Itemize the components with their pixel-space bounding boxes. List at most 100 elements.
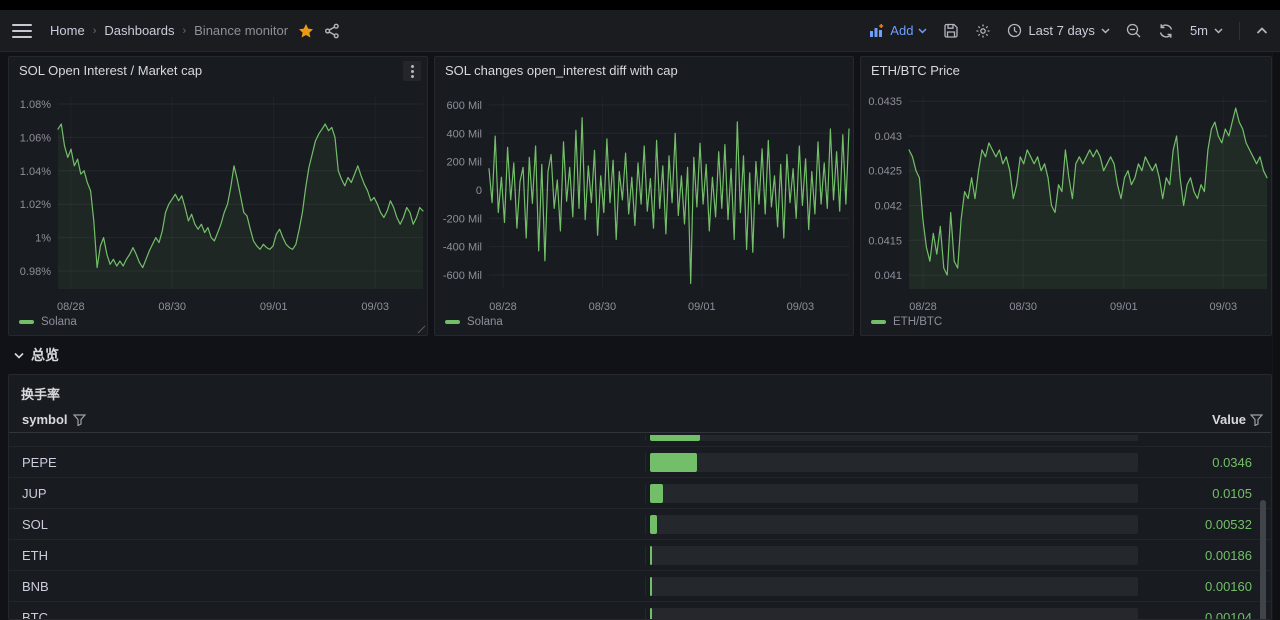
- svg-text:400 Mil: 400 Mil: [447, 128, 482, 140]
- favorite-star-icon[interactable]: [298, 23, 314, 39]
- svg-text:0.042: 0.042: [874, 201, 902, 213]
- series-label[interactable]: Solana: [467, 316, 503, 328]
- chevron-right-icon: ›: [93, 25, 97, 37]
- chevron-down-icon: [1101, 28, 1110, 34]
- column-header-value[interactable]: Value: [1212, 412, 1271, 427]
- row-section-overview[interactable]: 总览: [8, 336, 1272, 374]
- bar-gauge-fill: [650, 484, 663, 503]
- table-row[interactable]: BNB 0.00160: [9, 571, 1271, 602]
- time-range-picker[interactable]: Last 7 days: [1007, 23, 1110, 38]
- bar-gauge-fill: [650, 546, 652, 565]
- bar-gauge-fill: [650, 515, 657, 534]
- value-cell: 0.0346: [1142, 455, 1271, 470]
- chart-legend: Solana: [19, 316, 77, 328]
- svg-text:09/03: 09/03: [361, 301, 389, 313]
- panel-title[interactable]: SOL Open Interest / Market cap: [19, 63, 202, 78]
- grafana-app: Home › Dashboards › Binance monitor: [0, 10, 1280, 620]
- symbol-cell: JUP: [9, 486, 645, 501]
- chart-legend: Solana: [445, 316, 503, 328]
- svg-text:08/30: 08/30: [1009, 301, 1037, 313]
- table-row[interactable]: BTC 0.00104: [9, 602, 1271, 619]
- svg-text:08/30: 08/30: [158, 301, 186, 313]
- svg-text:08/28: 08/28: [909, 301, 937, 313]
- sol-oi-diff-chart[interactable]: -600 Mil-400 Mil-200 Mil0200 Mil400 Mil6…: [435, 57, 855, 337]
- svg-text:09/01: 09/01: [1110, 301, 1138, 313]
- bar-gauge-track: [650, 453, 1138, 472]
- table-scrollbar-thumb[interactable]: [1260, 500, 1266, 619]
- table-row[interactable]: ETH 0.00186: [9, 540, 1271, 571]
- table-panel-title[interactable]: 换手率: [9, 375, 1271, 407]
- bar-gauge-fill: [650, 435, 700, 441]
- ethbtc-price-chart[interactable]: 0.0410.04150.0420.04250.0430.043508/2808…: [861, 57, 1273, 337]
- filter-funnel-icon[interactable]: [1250, 414, 1263, 426]
- bar-gauge-fill: [650, 453, 697, 472]
- refresh-icon[interactable]: [1158, 23, 1174, 39]
- breadcrumb-home[interactable]: Home: [50, 23, 85, 38]
- value-cell: ·····: [1142, 435, 1271, 439]
- svg-text:600 Mil: 600 Mil: [447, 100, 482, 112]
- bar-gauge-track: [650, 608, 1138, 620]
- bar-cell: [645, 435, 1142, 441]
- series-label[interactable]: Solana: [41, 316, 77, 328]
- bar-gauge-fill: [650, 608, 652, 620]
- svg-text:0.98%: 0.98%: [20, 266, 51, 278]
- bar-cell: [645, 546, 1142, 565]
- series-color-swatch: [871, 320, 886, 324]
- save-dashboard-icon[interactable]: [943, 23, 959, 39]
- table-row[interactable]: JUP 0.0105: [9, 478, 1271, 509]
- series-color-swatch: [445, 320, 460, 324]
- value-cell: 0.00160: [1142, 579, 1271, 594]
- svg-text:1%: 1%: [35, 233, 51, 245]
- page-scrollbar[interactable]: [1272, 52, 1280, 620]
- breadcrumb-dashboards[interactable]: Dashboards: [104, 23, 174, 38]
- svg-text:0.0425: 0.0425: [868, 166, 902, 178]
- column-header-symbol[interactable]: symbol: [9, 412, 645, 427]
- bar-cell: [645, 453, 1142, 472]
- panel-title[interactable]: SOL changes open_interest diff with cap: [445, 63, 678, 78]
- svg-text:0.0435: 0.0435: [868, 96, 902, 108]
- symbol-cell: PEPE: [9, 455, 645, 470]
- bar-cell: [645, 608, 1142, 620]
- sol-open-interest-chart[interactable]: 0.98%1%1.02%1.04%1.06%1.08%08/2808/3009/…: [9, 57, 429, 337]
- menu-icon[interactable]: [12, 24, 32, 38]
- settings-gear-icon[interactable]: [975, 23, 991, 39]
- bar-gauge-fill: [650, 577, 652, 596]
- panel-ethbtc-price: ETH/BTC Price 0.0410.04150.0420.04250.04…: [860, 56, 1272, 336]
- refresh-interval-picker[interactable]: 5m: [1190, 23, 1223, 38]
- chart-legend: ETH/BTC: [871, 316, 942, 328]
- panel-resize-handle[interactable]: [417, 325, 425, 333]
- table-row-clipped-top[interactable]: ·····: [9, 435, 1271, 447]
- bar-cell: [645, 577, 1142, 596]
- value-cell: 0.0105: [1142, 486, 1271, 501]
- table-row[interactable]: PEPE 0.0346: [9, 447, 1271, 478]
- svg-text:0.041: 0.041: [874, 270, 902, 282]
- add-panel-icon: [869, 24, 885, 38]
- panel-turnover-table: 换手率 symbol Value ····· PEPE: [8, 374, 1272, 620]
- value-cell: 0.00186: [1142, 548, 1271, 563]
- symbol-cell: BNB: [9, 579, 645, 594]
- svg-text:1.06%: 1.06%: [20, 132, 51, 144]
- zoom-out-time-icon[interactable]: [1126, 23, 1142, 39]
- clock-icon: [1007, 23, 1022, 38]
- bar-gauge-track: [650, 435, 1138, 441]
- series-label[interactable]: ETH/BTC: [893, 316, 942, 328]
- share-icon[interactable]: [324, 23, 340, 39]
- add-button[interactable]: Add: [869, 23, 927, 38]
- table-header: symbol Value: [9, 407, 1271, 433]
- bar-gauge-track: [650, 546, 1138, 565]
- svg-text:0.043: 0.043: [874, 131, 902, 143]
- svg-text:09/01: 09/01: [260, 301, 288, 313]
- filter-funnel-icon[interactable]: [73, 414, 86, 426]
- panel-menu-icon[interactable]: [403, 61, 421, 81]
- collapse-topbar-icon[interactable]: [1256, 27, 1268, 35]
- panel-title[interactable]: ETH/BTC Price: [871, 63, 960, 78]
- breadcrumb: Home › Dashboards › Binance monitor: [50, 23, 288, 38]
- chevron-down-icon: [918, 28, 927, 34]
- symbol-cell: BTC: [9, 610, 645, 620]
- table-row[interactable]: SOL 0.00532: [9, 509, 1271, 540]
- svg-text:0: 0: [476, 185, 482, 197]
- breadcrumb-current-dashboard[interactable]: Binance monitor: [194, 23, 288, 38]
- svg-text:-600 Mil: -600 Mil: [443, 270, 482, 282]
- svg-text:200 Mil: 200 Mil: [447, 157, 482, 169]
- svg-text:1.02%: 1.02%: [20, 199, 51, 211]
